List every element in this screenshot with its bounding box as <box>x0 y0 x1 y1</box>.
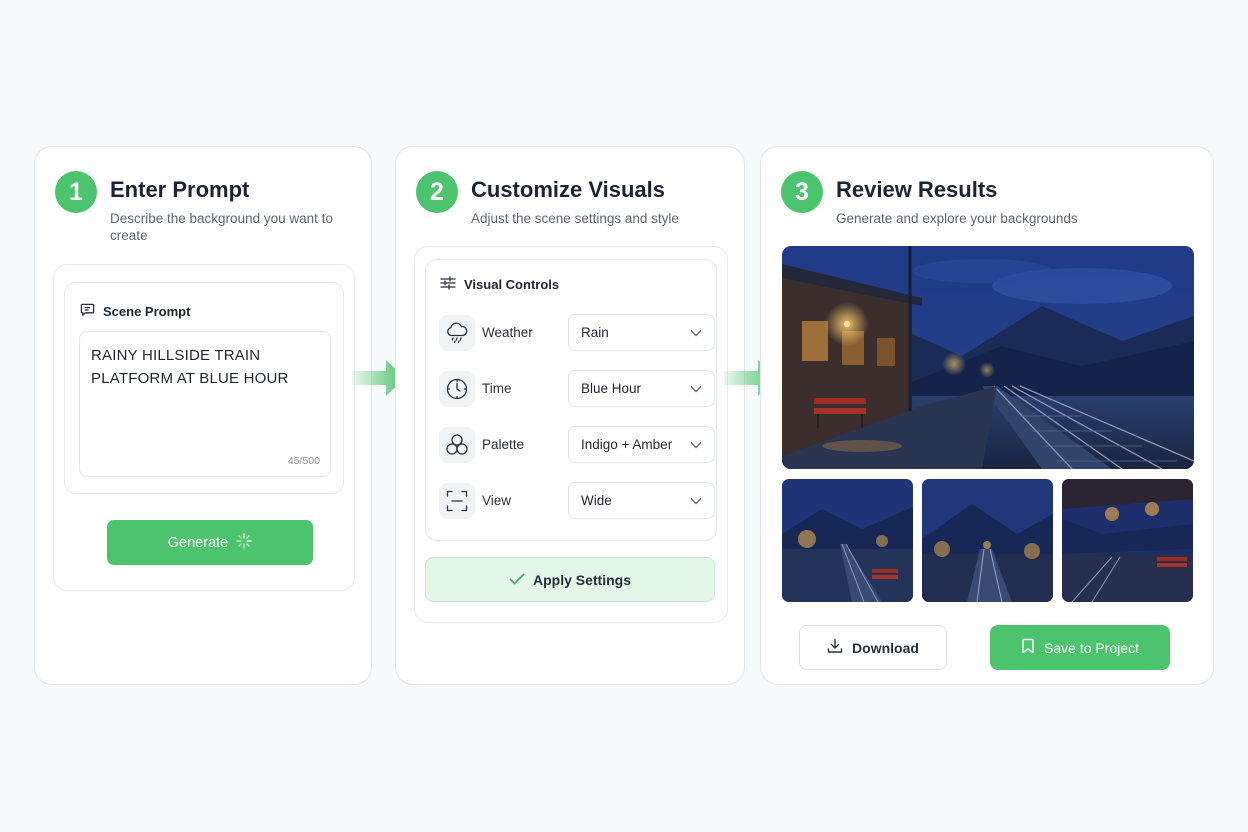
control-label: Palette <box>482 437 525 452</box>
step-card-enter-prompt: 1 Enter Prompt Describe the background y… <box>34 146 372 685</box>
view-select[interactable]: Wide <box>568 482 715 519</box>
result-thumbnail-1[interactable] <box>782 479 913 602</box>
scene-prompt-value: RAINY HILLSIDE TRAIN PLATFORM AT BLUE HO… <box>91 347 289 387</box>
scene-prompt-textarea[interactable]: RAINY HILLSIDE TRAIN PLATFORM AT BLUE HO… <box>79 331 331 477</box>
chevron-down-icon <box>690 437 702 452</box>
scene-prompt-card: Scene Prompt RAINY HILLSIDE TRAIN PLATFO… <box>64 282 344 494</box>
palette-select[interactable]: Indigo + Amber <box>568 426 715 463</box>
select-value: Indigo + Amber <box>581 437 673 452</box>
select-value: Blue Hour <box>581 381 642 396</box>
char-count: 45/500 <box>287 455 320 467</box>
step-number-badge: 3 <box>781 171 823 213</box>
chevron-down-icon <box>690 493 702 508</box>
step-number-badge: 2 <box>416 171 458 213</box>
weather-select[interactable]: Rain <box>568 314 715 351</box>
generate-button-label: Generate <box>167 534 229 551</box>
apply-settings-label: Apply Settings <box>532 571 631 588</box>
select-value: Wide <box>581 493 612 508</box>
generate-button[interactable]: Generate <box>107 520 313 565</box>
cloud-rain-icon <box>439 315 475 351</box>
sparkle-loader-icon <box>236 532 252 553</box>
download-button[interactable]: Download <box>799 625 947 670</box>
clock-icon <box>439 371 475 407</box>
control-row-view: View Wide <box>439 482 715 520</box>
step-subtitle: Describe the background you want to crea… <box>110 211 333 243</box>
palette-circles-icon <box>439 427 475 463</box>
select-value: Rain <box>581 325 609 340</box>
chevron-down-icon <box>690 381 702 396</box>
step-subtitle: Adjust the scene settings and style <box>471 211 679 226</box>
control-row-weather: Weather Rain <box>439 314 715 352</box>
frame-icon <box>439 483 475 519</box>
step-subtitle: Generate and explore your backgrounds <box>836 211 1078 226</box>
prompt-panel: Scene Prompt RAINY HILLSIDE TRAIN PLATFO… <box>53 264 355 591</box>
step-card-customize-visuals: 2 Customize Visuals Adjust the scene set… <box>395 146 745 685</box>
sliders-icon <box>440 276 456 293</box>
result-main-image[interactable] <box>782 246 1194 469</box>
step-card-review-results: 3 Review Results Generate and explore yo… <box>760 146 1214 685</box>
result-thumbnail-3[interactable] <box>1062 479 1193 602</box>
time-select[interactable]: Blue Hour <box>568 370 715 407</box>
result-thumbnail-2[interactable] <box>922 479 1053 602</box>
visual-controls-panel: Visual Controls Weather Rain Time Blue H… <box>414 246 728 623</box>
control-row-palette: Palette Indigo + Amber <box>439 426 715 464</box>
scene-prompt-header: Scene Prompt <box>80 302 190 320</box>
control-label: Time <box>482 381 512 396</box>
step-number-badge: 1 <box>55 171 97 213</box>
step-title: Enter Prompt <box>110 177 250 202</box>
bookmark-icon <box>1021 638 1035 657</box>
visual-controls-label: Visual Controls <box>464 277 560 292</box>
scene-prompt-label: Scene Prompt <box>103 303 191 319</box>
control-label: Weather <box>482 325 533 340</box>
step-title: Review Results <box>836 177 998 202</box>
step-title: Customize Visuals <box>471 177 665 202</box>
apply-settings-button[interactable]: Apply Settings <box>425 557 715 602</box>
download-label: Download <box>852 639 919 656</box>
visual-controls-card: Visual Controls Weather Rain Time Blue H… <box>425 259 717 541</box>
control-label: View <box>482 493 512 508</box>
chat-bubble-icon <box>80 302 95 320</box>
chevron-down-icon <box>690 325 702 340</box>
checkmark-icon <box>509 572 525 588</box>
download-icon <box>827 638 843 657</box>
save-to-project-label: Save to Project <box>1044 639 1139 656</box>
visual-controls-header: Visual Controls <box>440 276 559 293</box>
save-to-project-button[interactable]: Save to Project <box>990 625 1170 670</box>
control-row-time: Time Blue Hour <box>439 370 715 408</box>
